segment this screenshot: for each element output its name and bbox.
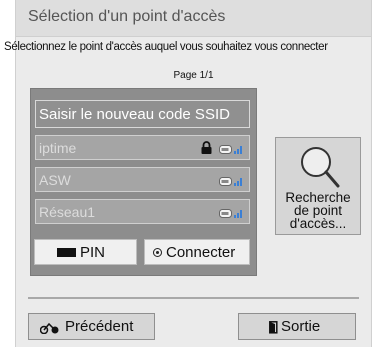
title-bar: Sélection d'un point d'accès [16,0,371,37]
instruction-text: Sélectionnez le point d'accès auquel vou… [4,41,328,53]
network-ssid: Réseau1 [39,204,96,220]
new-ssid-row[interactable]: Saisir le nouveau code SSID [35,100,250,128]
network-row[interactable]: Réseau1 [35,199,250,224]
search-access-point-button[interactable]: Recherche de point d'accès... [275,137,361,235]
connect-button[interactable]: Connecter [144,239,250,265]
ok-key-icon [153,248,162,257]
network-ssid: iptime [39,140,77,156]
network-list-panel: Saisir le nouveau code SSID iptime ASW R… [30,88,257,276]
pin-button-label: PIN [80,244,106,261]
search-button-label: Recherche de point d'accès... [285,190,351,231]
pin-key-icon [57,248,76,257]
pin-button[interactable]: PIN [34,239,137,265]
lock-icon [201,141,212,159]
wifi-signal-icon [219,142,243,160]
dialog-title: Sélection d'un point d'accès [28,8,226,25]
magnifier-icon [296,144,342,195]
new-ssid-label: Saisir le nouveau code SSID [39,106,230,123]
back-key-icon [39,321,60,338]
exit-button[interactable]: Sortie [238,313,356,340]
page-indicator: Page 1/1 [173,70,214,81]
previous-button[interactable]: Précédent [28,313,155,340]
exit-door-icon [269,321,278,338]
exit-button-label: Sortie [281,318,321,335]
network-row[interactable]: iptime [35,135,250,160]
network-ssid: ASW [39,172,71,188]
wifi-signal-icon [219,174,243,192]
network-row[interactable]: ASW [35,167,250,192]
connect-button-label: Connecter [166,244,236,261]
previous-button-label: Précédent [65,318,134,335]
access-point-dialog: Sélection d'un point d'accès Sélectionne… [4,0,372,347]
wifi-signal-icon [219,206,243,224]
divider [28,297,359,299]
